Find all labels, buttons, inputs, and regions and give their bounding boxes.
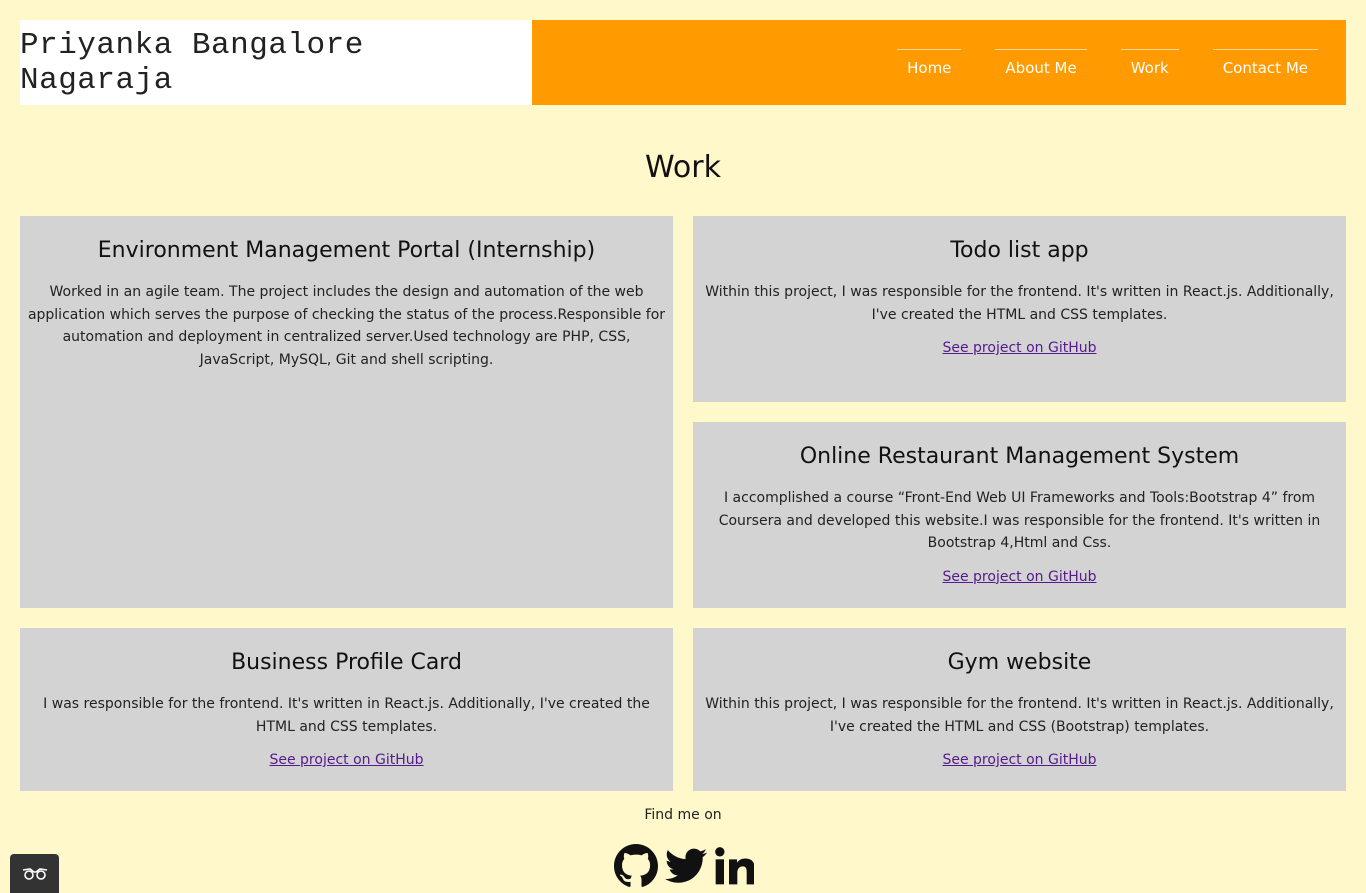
- github-project-link[interactable]: See project on GitHub: [269, 752, 423, 768]
- github-project-link[interactable]: See project on GitHub: [942, 340, 1096, 356]
- glasses-icon: [22, 867, 47, 880]
- project-description: I accomplished a course “Front-End Web U…: [718, 490, 1321, 551]
- project-description: Within this project, I was responsible f…: [705, 696, 1334, 735]
- nav-about-me[interactable]: About Me: [995, 48, 1087, 77]
- project-title: Business Profile Card: [231, 650, 462, 675]
- project-description: I was responsible for the frontend. It's…: [43, 696, 650, 735]
- reading-mode-button[interactable]: [10, 854, 59, 893]
- project-title: Todo list app: [950, 238, 1089, 263]
- linkedin-icon[interactable]: [714, 846, 754, 886]
- project-title: Gym website: [947, 650, 1092, 675]
- site-brand: Priyanka Bangalore Nagaraja: [20, 20, 532, 105]
- nav-work[interactable]: Work: [1120, 48, 1179, 77]
- github-icon[interactable]: [614, 844, 658, 888]
- project-card-restaurant-system: Online Restaurant Management System I ac…: [693, 422, 1346, 608]
- find-me-text: Find me on: [644, 807, 722, 823]
- social-links: [614, 843, 754, 889]
- project-title: Environment Management Portal (Internshi…: [97, 238, 596, 263]
- project-card-environment-portal: Environment Management Portal (Internshi…: [20, 216, 673, 608]
- project-description: Within this project, I was responsible f…: [705, 284, 1334, 323]
- page-title: Work: [645, 150, 721, 185]
- github-project-link[interactable]: See project on GitHub: [942, 569, 1096, 585]
- project-card-business-profile: Business Profile Card I was responsible …: [20, 628, 673, 791]
- project-title: Online Restaurant Management System: [799, 444, 1240, 469]
- project-card-todo-app: Todo list app Within this project, I was…: [693, 216, 1346, 402]
- nav-home[interactable]: Home: [897, 48, 962, 77]
- main-nav: Home About Me Work Contact Me: [532, 20, 1346, 105]
- site-header: Priyanka Bangalore Nagaraja Home About M…: [20, 20, 1346, 105]
- github-project-link[interactable]: See project on GitHub: [942, 752, 1096, 768]
- twitter-icon[interactable]: [665, 847, 707, 885]
- nav-contact-me[interactable]: Contact Me: [1212, 48, 1318, 77]
- project-description: Worked in an agile team. The project inc…: [27, 284, 666, 368]
- project-card-gym-website: Gym website Within this project, I was r…: [693, 628, 1346, 791]
